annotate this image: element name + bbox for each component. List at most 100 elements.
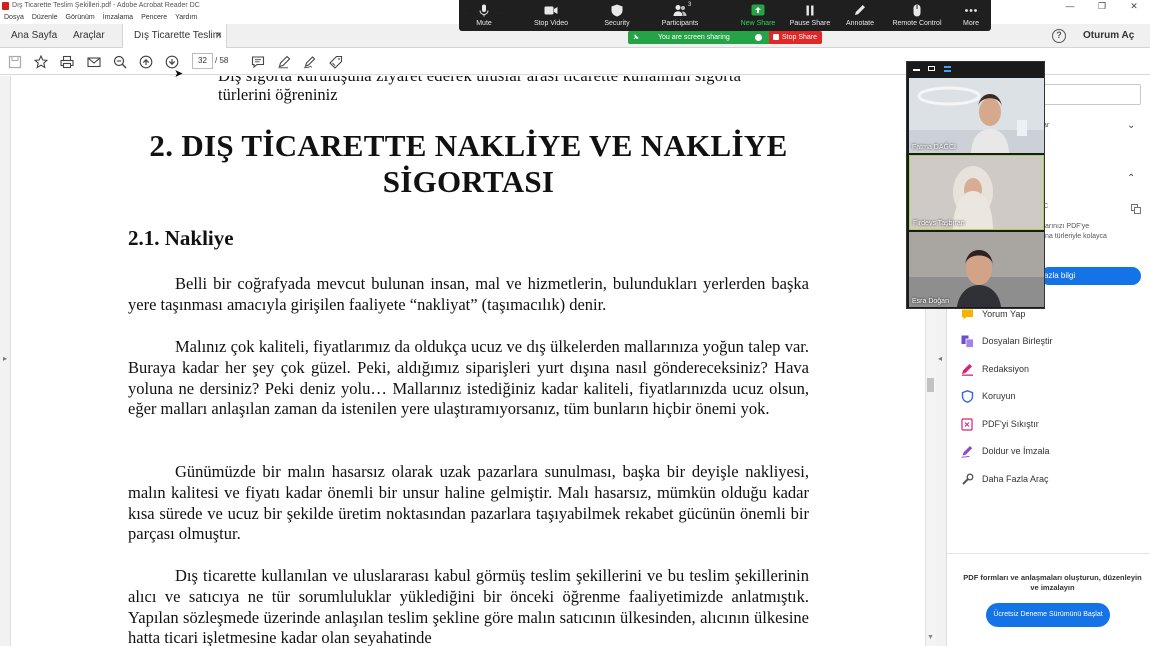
new-share-label: New Share [740,20,776,27]
tool-combine-files-label: Dosyaları Birleştir [982,336,1053,346]
pen-icon[interactable] [276,54,292,69]
page-number-input[interactable]: 32 [192,53,213,69]
tool-compress-pdf[interactable]: PDF'yi Sıkıştır [960,416,1039,432]
scrollbar-thumb[interactable] [927,378,934,392]
tool-combine-files[interactable]: Dosyaları Birleştir [960,333,1053,349]
sign-in-button[interactable]: Oturum Aç [1083,24,1134,48]
stop-video-label: Stop Video [533,20,569,27]
tool-protect[interactable]: Koruyun [960,388,1016,404]
paragraph-4: Dış ticarette kullanılan ve uluslararası… [128,566,809,646]
collapse-right-panel-icon[interactable]: ◂ [938,354,942,363]
chevron-down-icon[interactable]: ⌄ [1127,120,1135,131]
mute-button[interactable]: Mute [469,0,499,31]
tab-tools[interactable]: Araçlar [62,24,122,48]
zoom-out-icon[interactable] [112,54,128,69]
section-heading: 2.1. Nakliye [128,226,234,250]
more-button[interactable]: More [955,0,987,31]
video-panel[interactable]: Fatma DAĞCI Firdevs Taşbıran Esra Doğan [906,61,1045,309]
sign-tool-icon[interactable] [302,54,318,69]
participants-count: 3 [688,2,692,8]
video-frame-1 [909,78,1044,153]
paragraph-1: Belli bir coğrafyada mevcut bulunan insa… [128,274,809,316]
paragraph-2: Malınız çok kaliteli, fiyatlarımız da ol… [128,337,809,420]
tool-more-tools-label: Daha Fazla Araç [982,474,1049,484]
stop-video-button[interactable]: Stop Video [527,0,575,31]
new-share-button[interactable]: New Share [737,0,779,31]
participants-button[interactable]: 3 Participants [655,0,705,31]
pin-icon[interactable] [633,34,639,40]
minimize-video-icon[interactable] [913,69,920,71]
menu-bar: Dosya Düzenle Görünüm İmzalama Pencere Y… [0,13,201,24]
compress-icon [960,417,974,431]
scroll-down-icon[interactable]: ▼ [927,634,934,641]
video-tile-3[interactable]: Esra Doğan [909,232,1044,307]
view-mode-icon[interactable] [928,66,935,71]
pause-share-button[interactable]: Pause Share [787,0,833,31]
tools-icon [960,472,974,486]
email-icon[interactable] [86,54,102,69]
security-button[interactable]: Security [597,0,637,31]
bookmark-star-icon[interactable] [33,54,49,69]
paragraph-3: Günümüzde bir malın hasarsız olarak uzak… [128,462,809,545]
screen-sharing-text: You are screen sharing [658,34,730,41]
remote-control-button[interactable]: Remote Control [889,0,945,31]
stamp-icon[interactable] [328,54,344,69]
stop-share-button[interactable]: Stop Share [769,31,822,44]
video-tile-2[interactable]: Firdevs Taşbıran [909,155,1044,230]
help-icon[interactable]: ? [1052,29,1066,43]
print-icon[interactable] [59,54,75,69]
tool-fill-sign-label: Doldur ve İmzala [982,446,1050,456]
tool-redact[interactable]: Redaksiyon [960,361,1029,377]
start-trial-button[interactable]: Ücretsiz Deneme Sürümünü Başlat [986,603,1110,627]
tool-fill-sign[interactable]: Doldur ve İmzala [960,443,1050,459]
tab-document[interactable]: Dış Ticarette Teslim ... × [122,24,227,65]
gallery-view-icon[interactable] [944,66,951,72]
window-controls: — ❐ ✕ [1054,0,1150,13]
close-tab-icon[interactable]: × [216,24,222,48]
paragraph-3-text: Günümüzde bir malın hasarsız olarak uzak… [128,462,809,544]
menu-file[interactable]: Dosya [0,13,28,24]
tab-home[interactable]: Ana Sayfa [0,24,62,48]
menu-view[interactable]: Görünüm [62,13,99,24]
redact-icon [960,362,974,376]
comment-icon [960,307,974,321]
paragraph-2-text: Malınız çok kaliteli, fiyatlarımız da ol… [128,337,809,419]
comment-tool-icon[interactable] [250,54,266,69]
chapter-heading: 2. DIŞ TİCARETTE NAKLİYE VE NAKLİYE SİGO… [149,128,788,199]
promo-text: PDF formları ve anlaşmaları oluşturun, d… [963,573,1142,592]
promo-description: arınızı PDF'ye na türleriyle kolayca [1045,222,1107,242]
menu-edit[interactable]: Düzenle [28,13,62,24]
copy-icon[interactable] [1131,204,1141,214]
share-screen-icon [751,4,765,16]
video-tile-1[interactable]: Fatma DAĞCI [909,78,1044,153]
annotate-label: Annotate [845,20,875,27]
promo-description-line1: arınızı PDF'ye [1045,223,1090,230]
menu-window[interactable]: Pencere [137,13,171,24]
camera-icon [544,6,558,15]
remote-control-label: Remote Control [892,20,942,27]
more-dots-icon [965,9,977,12]
bullet-text-line2: türlerini öğreniniz [218,85,338,104]
tools-search-input[interactable] [1042,84,1141,105]
maximize-button[interactable]: ❐ [1086,0,1118,13]
security-shield-icon [611,4,623,17]
pause-icon [806,5,814,16]
menu-sign[interactable]: İmzalama [99,13,137,24]
promo-description-line2: na türleriyle kolayca [1045,233,1107,240]
menu-help[interactable]: Yardım [171,13,201,24]
expand-left-panel-icon[interactable]: ▸ [3,354,7,363]
previous-page-icon[interactable] [138,54,154,69]
minimize-button[interactable]: — [1054,0,1086,13]
tool-more-tools[interactable]: Daha Fazla Araç [960,471,1049,487]
participants-label: Participants [661,20,699,27]
close-window-button[interactable]: ✕ [1118,0,1150,13]
annotate-pen-icon [855,5,865,15]
stop-share-label: Stop Share [782,34,818,41]
learn-more-button[interactable]: azla bilgi [1040,267,1141,285]
save-icon[interactable] [7,54,23,69]
combine-icon [960,334,974,348]
annotate-button[interactable]: Annotate [841,0,879,31]
chevron-up-icon[interactable]: ⌃ [1127,173,1135,184]
security-label: Security [604,20,630,27]
participants-icon [673,5,687,16]
